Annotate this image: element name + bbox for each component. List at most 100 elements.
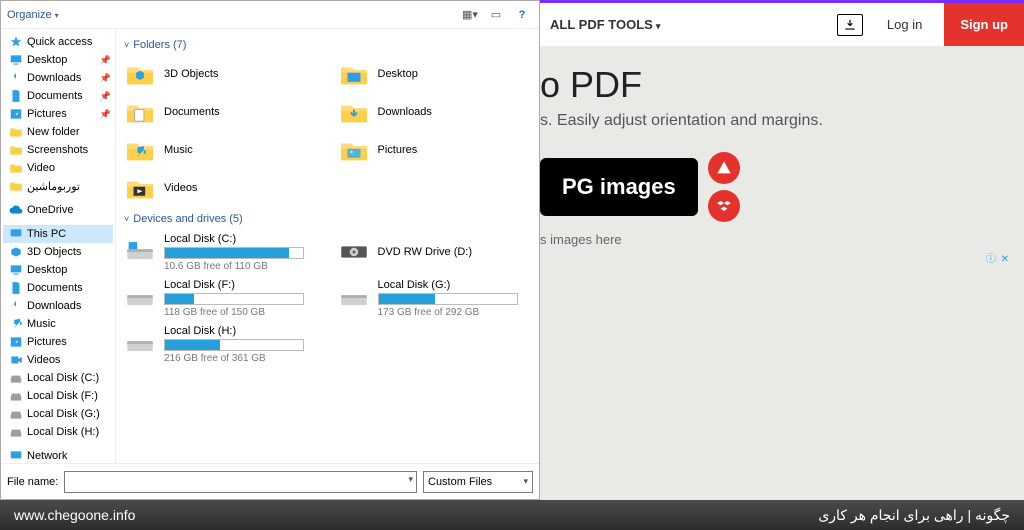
drop-hint: s images here (540, 232, 1024, 247)
folder-icon (122, 59, 158, 89)
file-name-label: File name: (7, 476, 58, 488)
ad-close-icon[interactable]: ⓘ ✕ (986, 250, 1010, 265)
drive-local-disk-c-[interactable]: Local Disk (C:) 10.6 GB free of 110 GB (122, 229, 320, 275)
dialog-toolbar: Organize ▦▾ ▭ ? (1, 1, 539, 29)
dialog-bottom-bar: File name: ▾ Custom Files (1, 463, 539, 499)
drive-name: Local Disk (F:) (164, 279, 320, 291)
drive-local-disk-h-[interactable]: Local Disk (H:)216 GB free of 361 GB (122, 321, 320, 367)
nav-item-onedrive[interactable]: OneDrive (3, 201, 113, 219)
login-link[interactable]: Log in (877, 3, 932, 46)
nav-item-music[interactable]: Music (3, 315, 113, 333)
nav-item-screenshots[interactable]: Screenshots (3, 141, 113, 159)
nav-item-label: Music (27, 318, 56, 330)
view-mode-icon[interactable]: ▦▾ (459, 4, 481, 26)
nav-item-quick-access[interactable]: Quick access (3, 33, 113, 51)
drive-free-text: 118 GB free of 150 GB (164, 307, 320, 318)
nav-item-downloads[interactable]: Downloads (3, 297, 113, 315)
nav-item-documents[interactable]: Documents (3, 279, 113, 297)
folder-label: 3D Objects (164, 68, 218, 80)
folder-music[interactable]: Music (122, 131, 320, 169)
nav-item-label: Downloads (27, 300, 81, 312)
folders-group-header[interactable]: Folders (7) (124, 39, 533, 51)
nav-item-label: Documents (27, 282, 83, 294)
nav-item-this-pc[interactable]: This PC (3, 225, 113, 243)
nav-item-label: Documents (27, 90, 83, 102)
folder-label: Pictures (378, 144, 418, 156)
folder-videos[interactable]: Videos (122, 169, 320, 207)
all-pdf-tools-menu[interactable]: ALL PDF TOOLS (550, 17, 660, 32)
nav-item-label: Network (27, 450, 67, 462)
folder-3d-objects[interactable]: 3D Objects (122, 55, 320, 93)
nav-item-label: New folder (27, 126, 80, 138)
drive-icon (122, 237, 158, 267)
file-name-input[interactable] (64, 471, 417, 493)
drive-local-disk-f-[interactable]: Local Disk (F:) 118 GB free of 150 GB (122, 275, 320, 321)
nav-item-pictures[interactable]: Pictures📌 (3, 105, 113, 123)
preview-pane-icon[interactable]: ▭ (485, 4, 507, 26)
nav-item-pictures[interactable]: Pictures (3, 333, 113, 351)
nav-item-label: OneDrive (27, 204, 73, 216)
select-images-button[interactable]: PG images (540, 158, 698, 216)
folder-downloads[interactable]: Downloads (336, 93, 534, 131)
nav-item-documents[interactable]: Documents 📌 (3, 87, 113, 105)
nav-item-label: Local Disk (G:) (27, 408, 100, 420)
page-subtitle: s. Easily adjust orientation and margins… (540, 112, 1024, 130)
folder-label: Videos (164, 182, 197, 194)
nav-item-local-disk-f-[interactable]: Local Disk (F:) (3, 387, 113, 405)
nav-item-label: Desktop (27, 54, 67, 66)
drive-local-disk-g-[interactable]: Local Disk (G:)173 GB free of 292 GB (336, 275, 534, 321)
file-open-dialog: Organize ▦▾ ▭ ? Quick accessDesktop📌Down… (0, 0, 540, 500)
hero-section: o PDF s. Easily adjust orientation and m… (540, 46, 1024, 247)
nav-item-label: Quick access (27, 36, 92, 48)
nav-item-video[interactable]: Video (3, 159, 113, 177)
organize-menu[interactable]: Organize (7, 9, 59, 21)
nav-item-3d-objects[interactable]: 3D Objects (3, 243, 113, 261)
folder-label: Desktop (378, 68, 418, 80)
nav-item-label: Desktop (27, 264, 67, 276)
drive-free-text: 10.6 GB free of 110 GB (164, 261, 320, 272)
pin-icon: 📌 (100, 91, 111, 102)
nav-item-desktop[interactable]: Desktop📌 (3, 51, 113, 69)
help-icon[interactable]: ? (511, 4, 533, 26)
nav-item-label: Downloads (27, 72, 81, 84)
nav-item-label: Local Disk (H:) (27, 426, 99, 438)
download-icon[interactable] (837, 14, 863, 36)
nav-item-local-disk-g-[interactable]: Local Disk (G:) (3, 405, 113, 423)
file-type-filter[interactable]: Custom Files (423, 471, 533, 493)
folder-documents[interactable]: Documents (122, 93, 320, 131)
drive-icon (122, 329, 158, 359)
drive-usage-bar (164, 339, 304, 351)
pin-icon: 📌 (100, 73, 111, 84)
nav-item-label: This PC (27, 228, 66, 240)
drive-usage-bar (378, 293, 518, 305)
nav-item-local-disk-h-[interactable]: Local Disk (H:) (3, 423, 113, 441)
google-drive-button[interactable] (708, 152, 740, 184)
folder-label: Downloads (378, 106, 432, 118)
drive-icon (336, 237, 372, 267)
drives-group-header[interactable]: Devices and drives (5) (124, 213, 533, 225)
nav-item-new-folder[interactable]: New folder (3, 123, 113, 141)
nav-item-desktop[interactable]: Desktop (3, 261, 113, 279)
drive-dvd-rw-drive-d-[interactable]: DVD RW Drive (D:) (336, 229, 534, 275)
nav-item-label: Pictures (27, 108, 67, 120)
nav-item-network[interactable]: Network (3, 447, 113, 463)
drive-icon (336, 283, 372, 313)
nav-item-local-disk-c-[interactable]: Local Disk (C:) (3, 369, 113, 387)
nav-item-label: Pictures (27, 336, 67, 348)
folder-pictures[interactable]: Pictures (336, 131, 534, 169)
drive-free-text: 216 GB free of 361 GB (164, 353, 320, 364)
page-footer: www.chegoone.info چگونه | راهی برای انجا… (0, 500, 1024, 530)
folder-icon (122, 135, 158, 165)
nav-tree: Quick access Desktop📌 Downloads 📌 Documents 📌… (1, 29, 116, 463)
drive-usage-bar (164, 247, 304, 259)
signup-button[interactable]: Sign up (944, 3, 1024, 46)
nav-item-downloads[interactable]: Downloads 📌 (3, 69, 113, 87)
dropbox-button[interactable] (708, 190, 740, 222)
page-title: o PDF (540, 64, 1024, 106)
folder-icon (122, 97, 158, 127)
drive-name: Local Disk (C:) (164, 233, 320, 245)
folder-icon (122, 173, 158, 203)
folder-desktop[interactable]: Desktop (336, 55, 534, 93)
nav-item-videos[interactable]: Videos (3, 351, 113, 369)
nav-item--[interactable]: توربوماشین (3, 177, 113, 195)
